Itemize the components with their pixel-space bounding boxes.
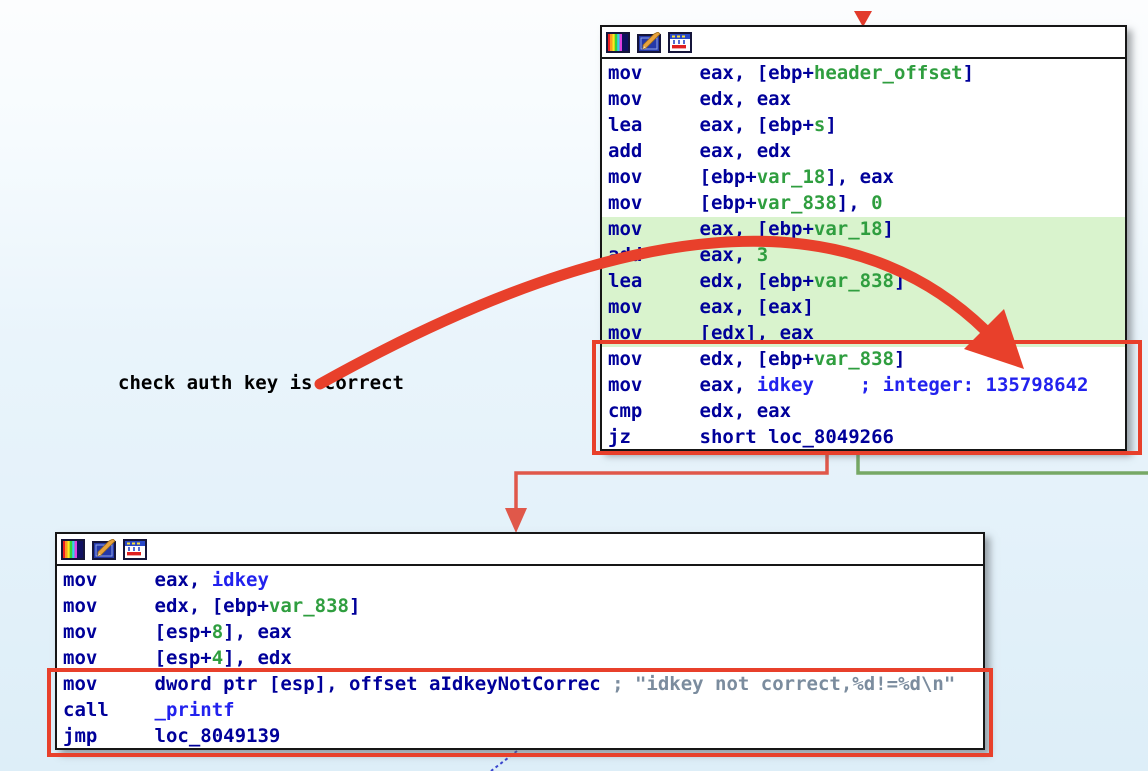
asm-segment: ] bbox=[963, 62, 974, 84]
asm-line[interactable]: mov [ebp+var_838], 0 bbox=[608, 191, 1125, 217]
asm-segment: var_838 bbox=[757, 192, 837, 214]
asm-segment: lea edx, [ebp+ bbox=[608, 270, 814, 292]
asm-line[interactable]: mov eax, [ebp+header_offset] bbox=[608, 61, 1125, 87]
edit-node-icon[interactable] bbox=[92, 539, 116, 560]
asm-segment: mov eax, bbox=[608, 374, 757, 396]
asm-segment: mov eax, [ebp+ bbox=[608, 218, 814, 240]
asm-line[interactable]: call _printf bbox=[63, 698, 983, 724]
group-nodes-icon[interactable] bbox=[123, 539, 147, 560]
asm-segment: add eax, edx bbox=[608, 140, 791, 162]
asm-segment: "idkey not correct,%d!=%d\n" bbox=[635, 673, 955, 695]
asm-line[interactable]: add eax, edx bbox=[608, 139, 1125, 165]
asm-line[interactable]: mov dword ptr [esp], offset aIdkeyNotCor… bbox=[63, 672, 983, 698]
asm-segment: ], eax bbox=[223, 621, 292, 643]
asm-segment: var_838 bbox=[814, 270, 894, 292]
asm-line[interactable]: lea edx, [ebp+var_838] bbox=[602, 269, 1125, 295]
node-color-icon[interactable] bbox=[61, 539, 85, 560]
jump-edge bbox=[491, 751, 517, 771]
asm-segment: add eax, bbox=[608, 244, 757, 266]
asm-segment: mov eax, bbox=[63, 569, 212, 591]
asm-segment: 4 bbox=[212, 647, 223, 669]
asm-line[interactable]: mov [esp+4], edx bbox=[63, 646, 983, 672]
asm-segment: mov eax, [ebp+ bbox=[608, 62, 814, 84]
asm-segment: ], edx bbox=[223, 647, 292, 669]
true-branch-edge bbox=[858, 449, 1148, 473]
asm-line[interactable]: mov eax, idkey ; integer: 135798642 bbox=[608, 373, 1125, 399]
asm-segment: cmp edx, eax bbox=[608, 400, 791, 422]
node-title-bar[interactable] bbox=[57, 534, 983, 566]
asm-segment: var_18 bbox=[757, 166, 826, 188]
annotation-label: check auth key is correct bbox=[118, 372, 404, 394]
asm-code-area: mov eax, [ebp+header_offset]mov edx, eax… bbox=[602, 59, 1125, 451]
asm-line[interactable]: cmp edx, eax bbox=[608, 399, 1125, 425]
asm-segment: mov [esp+ bbox=[63, 621, 212, 643]
asm-line[interactable]: jmp loc_8049139 bbox=[63, 724, 983, 750]
asm-line[interactable]: lea eax, [ebp+s] bbox=[608, 113, 1125, 139]
false-branch-arrowhead bbox=[505, 508, 527, 533]
asm-segment: var_838 bbox=[269, 595, 349, 617]
edit-node-icon[interactable] bbox=[637, 32, 661, 53]
asm-line[interactable]: mov [esp+8], eax bbox=[63, 620, 983, 646]
node-title-bar[interactable] bbox=[602, 27, 1125, 59]
basic-block-printf-error[interactable]: mov eax, idkeymov edx, [ebp+var_838]mov … bbox=[55, 532, 985, 750]
asm-segment: ] bbox=[825, 114, 836, 136]
asm-segment: idkey bbox=[212, 569, 269, 591]
asm-segment: ], bbox=[837, 192, 871, 214]
asm-line[interactable]: mov eax, idkey bbox=[63, 568, 983, 594]
asm-line[interactable]: mov edx, eax bbox=[608, 87, 1125, 113]
asm-segment: jmp loc_8049139 bbox=[63, 725, 280, 747]
asm-line[interactable]: mov edx, [ebp+var_838] bbox=[608, 347, 1125, 373]
asm-line[interactable]: mov edx, [ebp+var_838] bbox=[63, 594, 983, 620]
asm-code-area: mov eax, idkeymov edx, [ebp+var_838]mov … bbox=[57, 566, 983, 750]
asm-segment: call bbox=[63, 699, 155, 721]
asm-line[interactable]: mov [edx], eax bbox=[602, 321, 1125, 347]
asm-segment: mov edx, [ebp+ bbox=[63, 595, 269, 617]
asm-line[interactable]: jz short loc_8049266 bbox=[608, 425, 1125, 451]
asm-line[interactable]: mov eax, [eax] bbox=[602, 295, 1125, 321]
asm-segment bbox=[814, 374, 860, 396]
asm-segment: mov [esp+ bbox=[63, 647, 212, 669]
asm-segment: var_838 bbox=[814, 348, 894, 370]
asm-segment: mov edx, [ebp+ bbox=[608, 348, 814, 370]
asm-segment: mov edx, eax bbox=[608, 88, 791, 110]
asm-segment: ; bbox=[612, 673, 635, 695]
asm-segment: ] bbox=[894, 270, 905, 292]
asm-segment: mov dword ptr [esp], offset aIdkeyNotCor… bbox=[63, 673, 612, 695]
asm-segment: 8 bbox=[212, 621, 223, 643]
asm-segment: mov [ebp+ bbox=[608, 192, 757, 214]
asm-line[interactable]: mov [ebp+var_18], eax bbox=[608, 165, 1125, 191]
asm-line[interactable]: add eax, 3 bbox=[602, 243, 1125, 269]
asm-segment: ; integer: 135798642 bbox=[860, 374, 1089, 396]
asm-segment: 0 bbox=[871, 192, 882, 214]
asm-segment: idkey bbox=[757, 374, 814, 396]
ida-graph-view: mov eax, [ebp+header_offset]mov edx, eax… bbox=[0, 0, 1148, 771]
false-branch-edge bbox=[516, 449, 827, 527]
asm-segment: s bbox=[814, 114, 825, 136]
node-color-icon[interactable] bbox=[606, 32, 630, 53]
asm-segment: mov eax, [eax] bbox=[608, 296, 814, 318]
asm-segment: 3 bbox=[757, 244, 768, 266]
asm-segment: header_offset bbox=[814, 62, 963, 84]
asm-segment: mov [ebp+ bbox=[608, 166, 757, 188]
asm-segment: ] bbox=[894, 348, 905, 370]
asm-segment: var_18 bbox=[814, 218, 883, 240]
asm-segment: lea eax, [ebp+ bbox=[608, 114, 814, 136]
asm-segment: ], eax bbox=[825, 166, 894, 188]
asm-segment: ] bbox=[883, 218, 894, 240]
basic-block-auth-check[interactable]: mov eax, [ebp+header_offset]mov edx, eax… bbox=[600, 25, 1127, 451]
asm-segment: jz short loc_8049266 bbox=[608, 426, 894, 448]
group-nodes-icon[interactable] bbox=[668, 32, 692, 53]
asm-line[interactable]: mov eax, [ebp+var_18] bbox=[602, 217, 1125, 243]
asm-segment: _printf bbox=[155, 699, 235, 721]
asm-segment: mov [edx], eax bbox=[608, 322, 814, 344]
asm-segment: ] bbox=[349, 595, 360, 617]
